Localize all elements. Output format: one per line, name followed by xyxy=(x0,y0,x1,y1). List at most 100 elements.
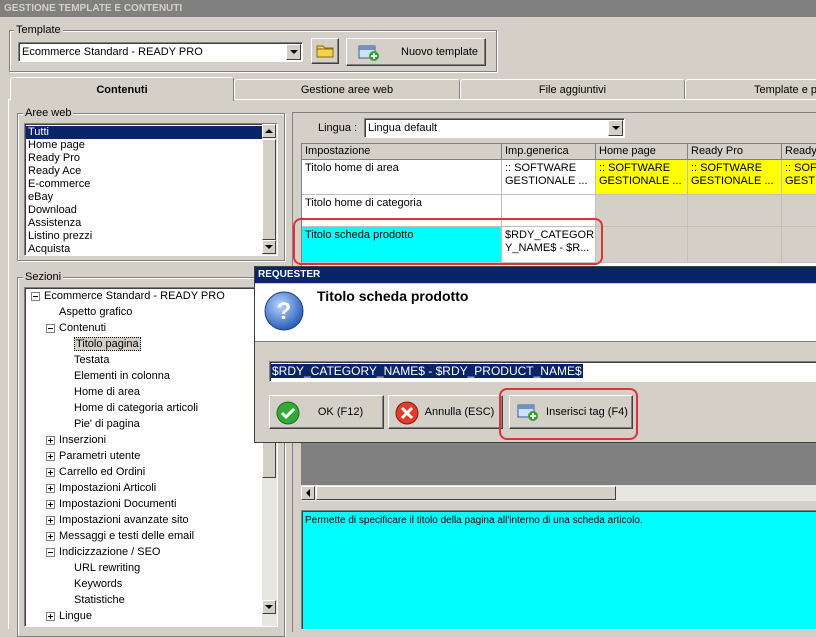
tree-item[interactable]: Inserzioni xyxy=(46,432,106,448)
tree-item[interactable]: Indicizzazione / SEO xyxy=(46,544,161,560)
tree-item[interactable]: Aspetto grafico xyxy=(46,304,132,320)
tree-item[interactable]: Testata xyxy=(61,352,109,368)
window-title-bar: GESTIONE TEMPLATE E CONTENUTI xyxy=(0,0,816,17)
grid-row-label[interactable]: Titolo scheda prodotto xyxy=(302,227,502,263)
list-item[interactable]: Ready Ace xyxy=(26,165,262,178)
tab-template[interactable]: Template e p xyxy=(685,79,816,99)
tab-file-aggiuntivi[interactable]: File aggiuntivi xyxy=(460,79,685,99)
tree-item[interactable]: Statistiche xyxy=(61,592,125,608)
list-item[interactable]: Home page xyxy=(26,139,262,152)
list-item[interactable]: E-commerce xyxy=(26,178,262,191)
expand-icon[interactable] xyxy=(46,531,55,541)
new-template-button[interactable]: Nuovo template xyxy=(346,38,486,66)
collapse-icon[interactable] xyxy=(31,291,40,301)
scroll-thumb[interactable] xyxy=(316,486,616,500)
grid-cell-readypro[interactable] xyxy=(688,195,782,227)
chevron-down-icon[interactable] xyxy=(608,120,623,136)
list-item[interactable]: Download xyxy=(26,204,262,217)
insert-tag-icon xyxy=(517,404,538,421)
insert-tag-button[interactable]: Inserisci tag (F4) xyxy=(509,395,633,429)
grid-header[interactable]: Ready Pro xyxy=(688,144,782,160)
list-item[interactable]: Listino prezzi xyxy=(26,230,262,243)
tree-item[interactable]: Carrello ed Ordini xyxy=(46,464,145,480)
tree-item[interactable]: Parametri utente xyxy=(46,448,140,464)
expand-icon[interactable] xyxy=(46,611,55,621)
chevron-down-icon[interactable] xyxy=(286,44,301,60)
expand-icon[interactable] xyxy=(46,435,55,445)
dialog-title: REQUESTER xyxy=(258,269,321,280)
scroll-left-button[interactable] xyxy=(301,486,315,500)
grid-header[interactable]: Impostazione xyxy=(302,144,502,160)
tree-item[interactable]: Elementi in colonna xyxy=(61,368,170,384)
ok-button[interactable]: OK (F12) xyxy=(269,395,384,429)
tree-item[interactable]: Keywords xyxy=(61,576,122,592)
grid-cell-ready[interactable] xyxy=(782,227,816,263)
expand-icon[interactable] xyxy=(46,515,55,525)
tab-gestione-aree-web[interactable]: Gestione aree web xyxy=(234,79,460,99)
list-item[interactable]: eBay xyxy=(26,191,262,204)
scroll-down-button[interactable] xyxy=(262,600,276,614)
tree-item[interactable]: Impostazioni Documenti xyxy=(46,496,176,512)
open-folder-button[interactable] xyxy=(311,38,339,64)
list-item[interactable]: Acquista xyxy=(26,243,262,256)
grid-row-label[interactable]: Titolo home di categoria xyxy=(302,195,502,227)
aree-web-scrollbar[interactable] xyxy=(262,124,277,255)
grid-cell-home[interactable] xyxy=(596,227,688,263)
scroll-up-button[interactable] xyxy=(262,124,276,138)
settings-grid[interactable]: Impostazione Imp.generica Home page Read… xyxy=(301,143,816,267)
tree-item[interactable]: Home di categoria articoli xyxy=(61,400,198,416)
template-select[interactable]: Ecommerce Standard - READY PRO xyxy=(18,42,303,62)
scroll-down-button[interactable] xyxy=(262,240,276,254)
tree-item[interactable]: Impostazioni Articoli xyxy=(46,480,156,496)
tab-label: Gestione aree web xyxy=(300,83,394,96)
tree-item[interactable]: Lingue xyxy=(46,608,92,624)
add-template-icon xyxy=(358,45,379,61)
grid-header[interactable]: Ready xyxy=(782,144,816,160)
tab-contenuti[interactable]: Contenuti xyxy=(10,77,234,101)
list-item[interactable]: Ready Pro xyxy=(26,152,262,165)
grid-cell-generic[interactable]: :: SOFTWARE GESTIONALE ... xyxy=(502,160,596,195)
grid-cell-generic[interactable]: $RDY_CATEGOR Y_NAME$ - $R... xyxy=(502,227,596,263)
tree-item[interactable]: Pie' di pagina xyxy=(61,416,140,432)
grid-cell-home[interactable]: :: SOFTWARE GESTIONALE ... xyxy=(596,160,688,195)
dialog-value-input[interactable]: $RDY_CATEGORY_NAME$ - $RDY_PRODUCT_NAME$ xyxy=(269,361,816,382)
grid-cell-readypro[interactable]: :: SOFTWARE GESTIONALE ... xyxy=(688,160,782,195)
tree-item[interactable]: Contenuti xyxy=(46,320,106,336)
tree-item[interactable]: Home di area xyxy=(61,384,140,400)
expand-icon[interactable] xyxy=(46,483,55,493)
tree-item[interactable]: Impostazioni avanzate sito xyxy=(46,512,189,528)
grid-cell-readypro[interactable] xyxy=(688,227,782,263)
expand-icon[interactable] xyxy=(46,467,55,477)
aree-web-list[interactable]: Tutti Home page Ready Pro Ready Ace E-commer… xyxy=(24,123,278,256)
lingua-select[interactable]: Lingua default xyxy=(364,118,625,138)
folder-icon xyxy=(316,45,334,58)
expand-icon[interactable] xyxy=(46,451,55,461)
tree-item[interactable]: Ecommerce Standard - READY PRO xyxy=(31,288,225,304)
tree-item[interactable]: URL rewriting xyxy=(61,560,140,576)
dialog-heading: Titolo scheda prodotto xyxy=(317,288,469,304)
cancel-label: Annulla (ESC) xyxy=(424,406,495,418)
sezioni-tree[interactable]: Ecommerce Standard - READY PRO Aspetto gr… xyxy=(24,287,278,627)
collapse-icon[interactable] xyxy=(46,547,55,557)
tree-item[interactable]: Titolo pagina xyxy=(61,336,141,352)
cancel-button[interactable]: Annulla (ESC) xyxy=(388,395,503,429)
grid-header[interactable]: Home page xyxy=(596,144,688,160)
tree-item[interactable]: Messaggi e testi delle email xyxy=(46,528,194,544)
list-item[interactable]: Tutti xyxy=(26,126,262,139)
expand-icon[interactable] xyxy=(46,499,55,509)
list-item[interactable]: Assistenza xyxy=(26,217,262,230)
tab-label: Template e p xyxy=(754,83,816,96)
collapse-icon[interactable] xyxy=(46,323,55,333)
tree-item-label: URL rewriting xyxy=(74,562,141,574)
cell-line: :: SOFT xyxy=(785,162,816,174)
grid-cell-ready[interactable] xyxy=(782,195,816,227)
scroll-thumb[interactable] xyxy=(262,139,276,240)
grid-cell-generic[interactable] xyxy=(502,195,596,227)
grid-row-label[interactable]: Titolo home di area xyxy=(302,160,502,195)
grid-horizontal-scrollbar[interactable] xyxy=(301,485,816,501)
new-template-label: Nuovo template xyxy=(401,46,479,58)
grid-cell-ready[interactable]: :: SOFT GESTI xyxy=(782,160,816,195)
grid-header[interactable]: Imp.generica xyxy=(502,144,596,160)
tree-item-label: Pie' di pagina xyxy=(74,418,140,430)
grid-cell-home[interactable] xyxy=(596,195,688,227)
